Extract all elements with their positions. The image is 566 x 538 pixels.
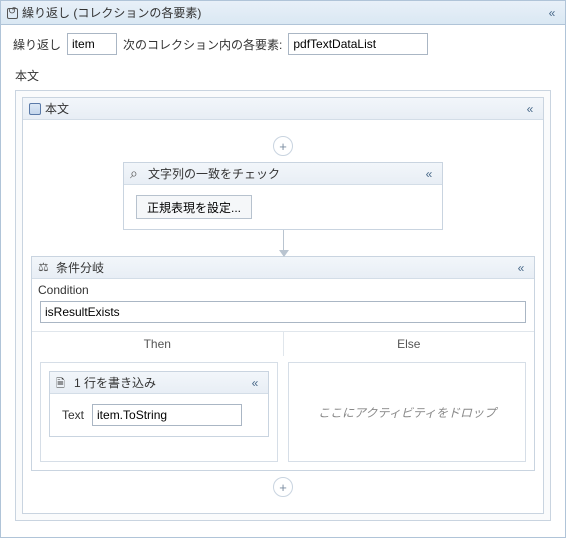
condition-input[interactable] [40,301,526,323]
foreach-params: 繰り返し 次のコレクション内の各要素: [1,25,565,63]
foreach-activity: 繰り返し (コレクションの各要素) « 繰り返し 次のコレクション内の各要素: … [0,0,566,538]
collapse-icon[interactable]: « [523,102,537,116]
collection-input[interactable] [288,33,428,55]
body-container: 本文 « + 文字列の一致をチェック « 正規表現を設定... [15,90,551,521]
loop-icon [7,8,18,19]
root-title: 繰り返し (コレクションの各要素) [22,4,201,21]
collection-label: 次のコレクション内の各要素: [123,36,282,53]
flow-connector [283,230,284,256]
writeline-title: 1 行を書き込み [74,374,156,391]
item-input[interactable] [67,33,117,55]
drop-hint: ここにアクティビティをドロップ [289,363,525,461]
body-section-label: 本文 [1,63,565,90]
then-label: Then [32,332,283,356]
else-branch[interactable]: ここにアクティビティをドロップ [288,362,526,462]
collapse-icon[interactable]: « [248,376,262,390]
sequence-title: 本文 [45,100,69,117]
collapse-icon[interactable]: « [514,261,528,275]
writeline-activity: 1 行を書き込み « Text [49,371,269,437]
repeat-label: 繰り返し [13,36,61,53]
root-header[interactable]: 繰り返し (コレクションの各要素) « [1,1,565,25]
sequence-icon [29,103,41,115]
write-icon [56,376,70,390]
add-activity-button[interactable]: + [273,136,293,156]
ismatch-title: 文字列の一致をチェック [148,165,280,182]
else-label: Else [283,332,535,356]
ismatch-activity: 文字列の一致をチェック « 正規表現を設定... [123,162,443,230]
sequence-activity: 本文 « + 文字列の一致をチェック « 正規表現を設定... [22,97,544,514]
writeline-header[interactable]: 1 行を書き込み « [50,372,268,394]
sequence-header[interactable]: 本文 « [23,98,543,120]
collapse-icon[interactable]: « [422,167,436,181]
collapse-icon[interactable]: « [545,6,559,20]
branch-header: Then Else [32,331,534,356]
if-title: 条件分岐 [56,259,104,276]
text-label: Text [62,408,84,422]
sequence-body: + 文字列の一致をチェック « 正規表現を設定... [23,120,543,513]
if-header[interactable]: 条件分岐 « [32,257,534,279]
check-icon [130,167,144,181]
condition-label: Condition [32,279,534,301]
ismatch-header[interactable]: 文字列の一致をチェック « [124,163,442,185]
add-activity-button[interactable]: + [273,477,293,497]
if-activity: 条件分岐 « Condition Then Else [31,256,535,471]
if-icon [38,261,52,275]
set-regex-button[interactable]: 正規表現を設定... [136,195,252,219]
text-input[interactable] [92,404,242,426]
then-branch[interactable]: 1 行を書き込み « Text [40,362,278,462]
